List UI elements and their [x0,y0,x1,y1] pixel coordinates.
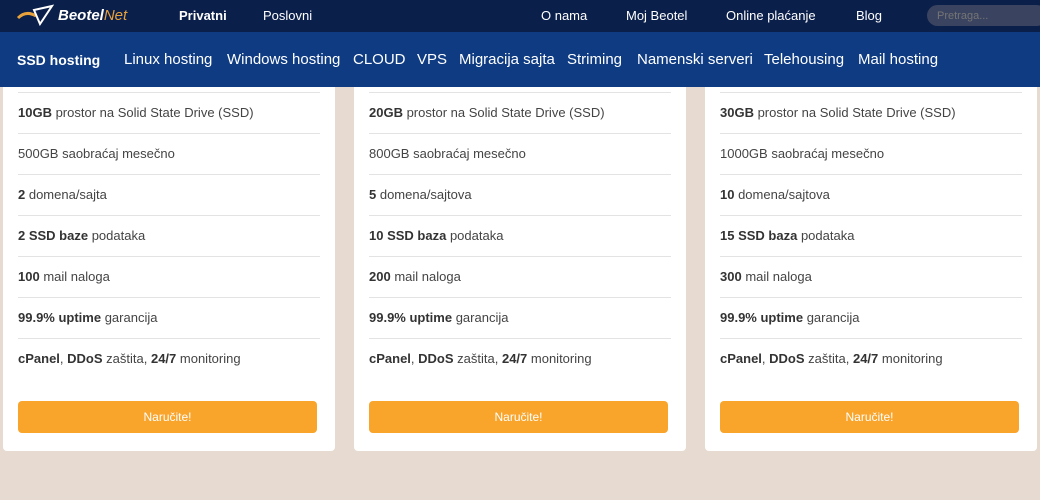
feature-text: monitoring [878,351,943,366]
feature-value: 100 [18,269,40,284]
feature-row: 100 mail naloga [18,256,320,297]
nav-telehousing[interactable]: Telehousing [764,51,844,68]
nav-ssd-hosting[interactable]: SSD hosting [17,52,100,68]
feature-value: 20GB [369,105,403,120]
feature-row: 10GB prostor na Solid State Drive (SSD) [18,92,320,133]
feature-text: monitoring [176,351,241,366]
logo-text: BeotelNet [58,6,128,24]
feature-text: prostor na Solid State Drive (SSD) [753,105,956,120]
nav-moj-beotel[interactable]: Moj Beotel [626,8,687,23]
nav-striming[interactable]: Striming [567,51,622,68]
feature-text: garancija [803,310,860,325]
feature-value: 99.9% uptime [369,310,453,325]
plan-card: 20GB prostor na Solid State Drive (SSD) 8… [354,87,686,451]
order-button[interactable]: Naručite! [18,401,317,433]
feature-value: 10 SSD baza [369,228,447,243]
feature-value: 15 SSD baza [720,228,798,243]
feature-value: 10 [720,187,735,202]
logo-icon [16,4,54,26]
feature-row: 99.9% uptime garancija [18,297,320,338]
feature-text: 1000GB [720,146,768,161]
feature-text: mail naloga [741,269,812,284]
feature-text: saobraćaj mesečno [767,146,885,161]
feature-text: monitoring [527,351,592,366]
plan-card: 30GB prostor na Solid State Drive (SSD) 1… [705,87,1037,451]
feature-value: 2 SSD baze [18,228,89,243]
nav-vps[interactable]: VPS [417,51,447,68]
feature-value: cPanel [720,351,762,366]
feature-row: cPanel, DDoS zaštita, 24/7 monitoring [18,338,320,379]
feature-row: cPanel, DDoS zaštita, 24/7 monitoring [369,338,671,379]
feature-text: saobraćaj mesečno [58,146,175,161]
feature-value: 24/7 [852,351,879,366]
feature-row: 30GB prostor na Solid State Drive (SSD) [720,92,1022,133]
nav-poslovni[interactable]: Poslovni [263,8,312,23]
feature-row: 800GB saobraćaj mesečno [369,133,671,174]
nav-privatni[interactable]: Privatni [179,8,227,23]
feature-value: cPanel [18,351,60,366]
feature-value: cPanel [369,351,411,366]
feature-text: mail naloga [390,269,461,284]
feature-text: podataka [88,228,146,243]
feature-text: prostor na Solid State Drive (SSD) [402,105,605,120]
feature-value: 99.9% uptime [720,310,804,325]
feature-text: zaštita, [102,351,151,366]
feature-row: 10 domena/sajtova [720,174,1022,215]
plan-card: 10GB prostor na Solid State Drive (SSD) 5… [3,87,335,451]
nav-cloud[interactable]: CLOUD [353,51,406,68]
feature-text: podataka [797,228,855,243]
feature-row: 500GB saobraćaj mesečno [18,133,320,174]
feature-value: 300 [720,269,742,284]
feature-text: domena/sajtova [734,187,830,202]
feature-text: 800GB [369,146,410,161]
feature-row: 10 SSD baza podataka [369,215,671,256]
feature-row: 1000GB saobraćaj mesečno [720,133,1022,174]
feature-row: 99.9% uptime garancija [369,297,671,338]
nav-linux-hosting[interactable]: Linux hosting [124,51,212,68]
feature-value: 200 [369,269,391,284]
feature-row: 300 mail naloga [720,256,1022,297]
feature-value: DDoS [418,351,454,366]
top-bar: BeotelNet Privatni Poslovni O nama Moj B… [0,0,1040,32]
feature-row: 99.9% uptime garancija [720,297,1022,338]
feature-text: domena/sajtova [376,187,472,202]
feature-value: 30GB [720,105,754,120]
nav-blog[interactable]: Blog [856,8,882,23]
feature-value: DDoS [67,351,103,366]
feature-value: 10GB [18,105,52,120]
nav-windows-hosting[interactable]: Windows hosting [227,51,340,68]
feature-row: 2 domena/sajta [18,174,320,215]
feature-row: 5 domena/sajtova [369,174,671,215]
logo[interactable]: BeotelNet [16,4,127,26]
feature-row: 20GB prostor na Solid State Drive (SSD) [369,92,671,133]
feature-text: zaštita, [804,351,853,366]
feature-row: cPanel, DDoS zaštita, 24/7 monitoring [720,338,1022,379]
nav-online-placanje[interactable]: Online plaćanje [726,8,816,23]
order-button[interactable]: Naručite! [720,401,1019,433]
feature-text: 500GB [18,146,59,161]
feature-value: 99.9% uptime [18,310,102,325]
order-button[interactable]: Naručite! [369,401,668,433]
feature-row: 15 SSD baza podataka [720,215,1022,256]
feature-text: domena/sajta [25,187,107,202]
secondary-nav: SSD hosting Linux hosting Windows hostin… [0,32,1040,87]
feature-value: 24/7 [150,351,177,366]
feature-text: prostor na Solid State Drive (SSD) [51,105,254,120]
feature-text: saobraćaj mesečno [409,146,526,161]
feature-value: 24/7 [501,351,528,366]
feature-text: garancija [101,310,158,325]
feature-text: podataka [446,228,504,243]
search-input[interactable] [927,5,1040,26]
feature-row: 200 mail naloga [369,256,671,297]
feature-text: zaštita, [453,351,502,366]
feature-row: 2 SSD baze podataka [18,215,320,256]
nav-migracija-sajta[interactable]: Migracija sajta [459,51,555,68]
feature-text: mail naloga [39,269,110,284]
feature-text: garancija [452,310,509,325]
nav-namenski-serveri[interactable]: Namenski serveri [637,51,753,68]
nav-mail-hosting[interactable]: Mail hosting [858,51,938,68]
feature-value: DDoS [769,351,805,366]
nav-o-nama[interactable]: O nama [541,8,587,23]
